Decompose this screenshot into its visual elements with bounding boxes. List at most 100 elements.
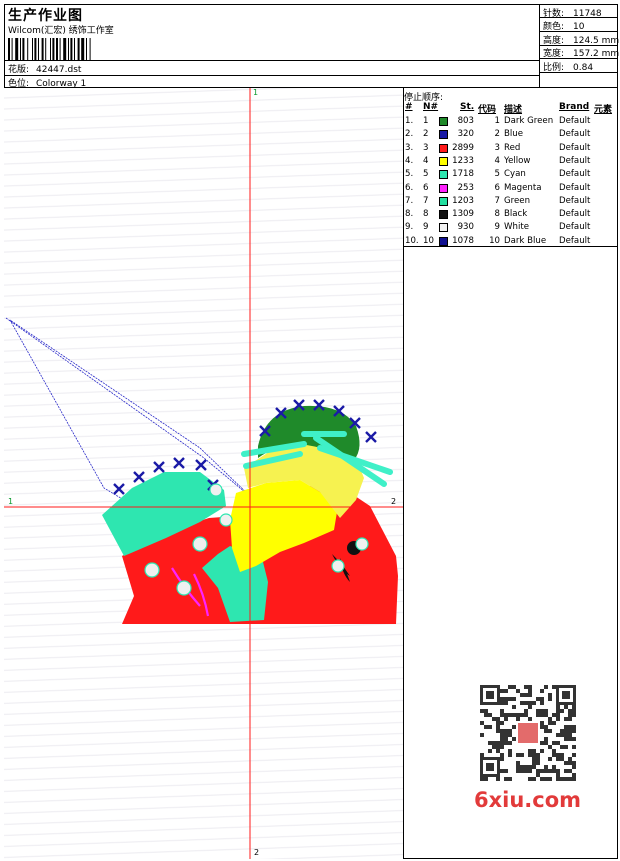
row-stitches: 1078 [452,235,474,246]
row-needle: 4 [423,155,429,166]
design-label: 花版: [8,65,30,75]
row-description: Green [504,195,531,206]
row-code: 4 [494,155,500,166]
row-needle: 1 [423,116,429,126]
row-description: Cyan [504,169,526,180]
row-index: 6. [405,182,414,193]
row-stitches: 1233 [452,155,474,166]
axis-label-top: 1 [253,88,259,97]
table-row: 8. 8 1309 8 Black Default [404,209,618,222]
row-stitches: 930 [457,222,474,233]
row-index: 4. [405,155,414,166]
row-index: 9. [405,222,414,233]
row-index: 1. [405,116,414,126]
color-swatch [439,117,448,126]
row-index: 2. [405,129,414,140]
stats-divider [540,72,618,73]
row-description: Dark Blue [504,235,547,246]
color-swatch [439,156,448,166]
legend-header-brand: Brand [559,102,590,112]
qr-code-icon [472,683,584,781]
table-row: 7. 7 1203 7 Green Default [404,196,618,209]
row-needle: 7 [423,195,429,206]
axis-label-left: 1 [8,497,14,506]
legend-divider [404,246,618,247]
qr-code-graphic [480,685,576,781]
color-swatch [439,196,448,206]
stats-divider [540,31,618,32]
row-code: 3 [494,142,500,153]
row-brand: Default [559,155,591,166]
header: 生产作业图 Wilcom(汇宏) 绣饰工作室 花版: 42447.dst 色位: C… [4,4,540,89]
row-code: 7 [494,195,500,206]
row-needle: 9 [423,222,429,233]
row-stitches: 1203 [452,195,474,206]
row-brand: Default [559,169,591,180]
design-row: 花版: 42447.dst [8,62,81,75]
row-stitches: 1309 [452,209,474,220]
row-description: White [504,222,529,233]
row-needle: 6 [423,182,429,193]
row-needle: 3 [423,142,429,153]
row-brand: Default [559,142,591,153]
row-needle: 2 [423,129,429,140]
row-index: 7. [405,195,414,206]
legend-header-hash: # [405,102,413,112]
header-divider [4,60,539,61]
row-code: 1 [494,116,500,126]
travel-stitch-line [5,317,253,501]
axis-label-bottom: 2 [254,848,260,857]
table-row: 5. 5 1718 5 Cyan Default [404,169,618,182]
stats-divider [540,58,618,59]
studio-name: Wilcom(汇宏) 绣饰工作室 [8,26,114,36]
legend-header-no: N# [423,102,439,112]
color-swatch [439,130,448,140]
color-swatch [439,170,448,180]
table-row: 6. 6 253 6 Magenta Default [404,183,618,196]
row-brand: Default [559,235,591,246]
table-row: 3. 3 2899 3 Red Default [404,143,618,156]
embroidery-preview [4,88,403,859]
row-description: Blue [504,129,524,140]
row-description: Red [504,142,521,153]
row-stitches: 803 [457,116,474,126]
row-code: 8 [494,209,500,220]
row-needle: 5 [423,169,429,180]
color-swatch [439,183,448,193]
row-index: 3. [405,142,414,153]
row-code: 2 [494,129,500,140]
color-swatch [439,143,448,153]
watermark-text: 6xiu.com [474,788,582,812]
row-brand: Default [559,116,591,126]
row-stitches: 320 [457,129,474,140]
row-description: Magenta [504,182,542,193]
row-stitches: 253 [457,182,474,193]
row-description: Dark Green [504,116,554,126]
barcode-icon [8,38,91,60]
row-index: 8. [405,209,414,220]
color-swatch [439,210,448,220]
legend-header-st: St. [460,102,475,112]
row-description: Yellow [504,155,531,166]
legend-header-desc: 描述 [504,105,523,115]
row-brand: Default [559,209,591,220]
row-index: 10. [405,235,419,246]
embroidery-canvas: 1 2 1 2 [4,88,404,859]
row-code: 10 [489,235,500,246]
row-description: Black [504,209,528,220]
row-code: 5 [494,169,500,180]
table-row: 9. 9 930 9 White Default [404,222,618,235]
row-brand: Default [559,222,591,233]
table-row: 4. 4 1233 4 Yellow Default [404,156,618,169]
stats-divider [540,17,618,18]
row-needle: 8 [423,209,429,220]
design-value: 42447.dst [36,65,82,75]
row-brand: Default [559,129,591,140]
legend-header-elem: 元素 [594,105,613,115]
row-code: 9 [494,222,500,233]
color-swatch [439,223,448,233]
row-stitches: 1718 [452,169,474,180]
row-code: 6 [494,182,500,193]
axis-label-right: 2 [391,497,397,506]
page-title: 生产作业图 [8,8,83,24]
